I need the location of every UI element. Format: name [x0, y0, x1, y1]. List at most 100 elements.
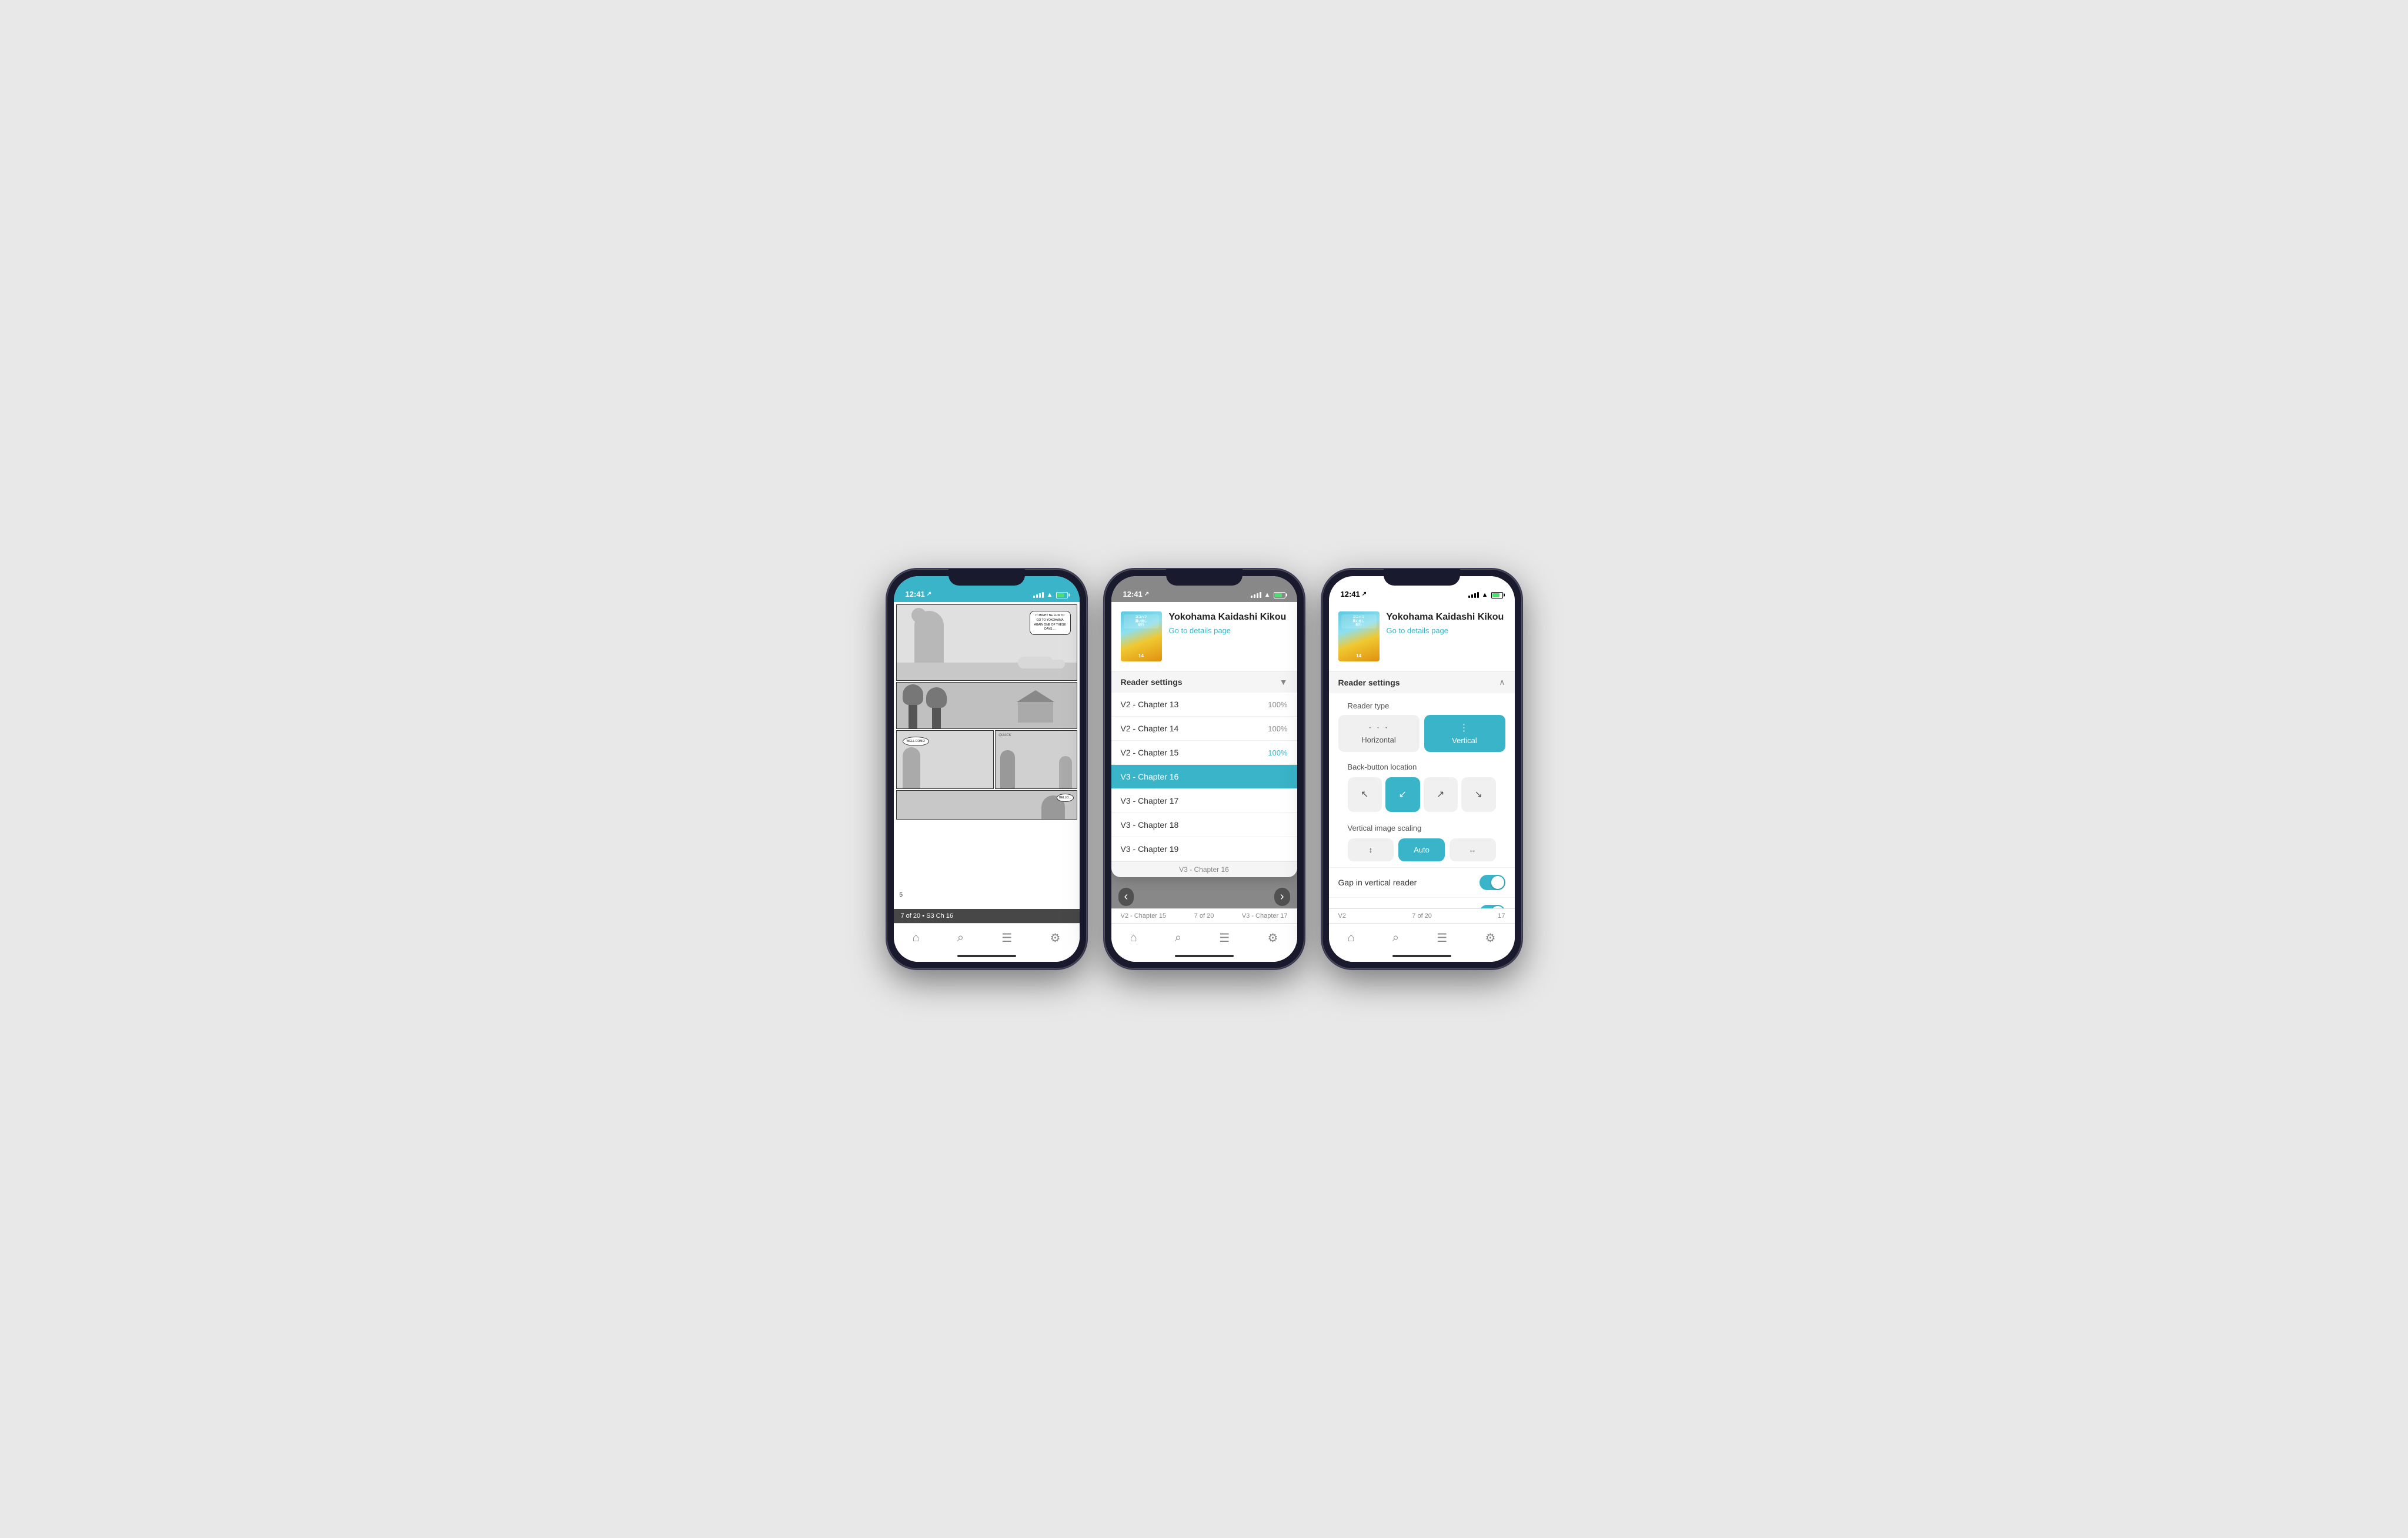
loc-top-right-btn[interactable]: ↗: [1424, 777, 1458, 812]
chevron-down-icon-2: ▼: [1280, 677, 1288, 687]
chapter-item-2[interactable]: V2 - Chapter 15 100%: [1111, 741, 1297, 765]
chapter-label-1: V2 - Chapter 14: [1121, 724, 1179, 733]
list-tab-1[interactable]: ☰: [994, 928, 1019, 948]
vertical-btn[interactable]: ⋮ Vertical: [1424, 715, 1505, 752]
phone-2: 12:41 ↗ ▲: [1104, 569, 1304, 969]
next-arrow-2[interactable]: ›: [1274, 888, 1290, 906]
gap-toggle-row: Gap in vertical reader: [1329, 867, 1515, 897]
current-chapter-bar: V3 - Chapter 16: [1111, 861, 1297, 877]
manga-info-header: ヨコハマ買い出し紀行 14 Yokohama Kaidashi Kikou Go…: [1111, 602, 1297, 671]
arrow-top-right-icon: ↗: [1437, 788, 1444, 800]
chapter-progress-2: 100%: [1268, 748, 1287, 757]
arrow-bottom-right-icon: ↘: [1475, 788, 1482, 800]
signal-bar-8: [1260, 592, 1261, 598]
manga-title-3: Yokohama Kaidashi Kikou: [1387, 611, 1504, 624]
scale-grid: ↕ Auto ↔: [1338, 835, 1505, 865]
list-tab-3[interactable]: ☰: [1430, 928, 1454, 948]
chapter-item-1[interactable]: V2 - Chapter 14 100%: [1111, 717, 1297, 741]
signal-bar-11: [1474, 593, 1476, 598]
manga-panel-5: HELLO...: [896, 790, 1077, 820]
signal-bar-9: [1468, 596, 1470, 598]
loc-bottom-right-btn[interactable]: ↘: [1461, 777, 1496, 812]
chapter-item-6[interactable]: V3 - Chapter 19: [1111, 837, 1297, 861]
settings-card: ヨコハマ買い出し紀行 14 Yokohama Kaidashi Kikou Go…: [1329, 602, 1515, 908]
battery-fill-2: [1275, 593, 1283, 597]
next-chapter-label-3: 17: [1498, 912, 1505, 920]
chapter-label-2: V2 - Chapter 15: [1121, 748, 1179, 757]
reader-settings-header-3[interactable]: Reader settings ∧: [1329, 671, 1515, 693]
settings-tab-3[interactable]: ⚙: [1478, 928, 1502, 948]
chapter-label-4: V3 - Chapter 17: [1121, 796, 1179, 805]
loc-bottom-left-btn[interactable]: ↙: [1385, 777, 1420, 812]
chapter-item-3[interactable]: V3 - Chapter 16: [1111, 765, 1297, 789]
manga-panel-3: WELL-COME!: [896, 730, 994, 789]
manga-panel-1: IT MIGHT BE FUN TO GO TO YOKOHAMA AGAIN …: [897, 605, 1077, 680]
vertical-label: Vertical: [1452, 736, 1477, 745]
search-tab-2[interactable]: ⌕: [1168, 929, 1188, 947]
manga-link-2[interactable]: Go to details page: [1169, 626, 1287, 635]
tap-toggle[interactable]: [1479, 905, 1505, 909]
horizontal-btn[interactable]: · · · Horizontal: [1338, 715, 1420, 752]
next-chapter-label-2: V3 - Chapter 17: [1242, 912, 1288, 920]
scale-width-btn[interactable]: ↔: [1450, 838, 1496, 861]
speech-bubble-2: WELL-COME!: [903, 737, 930, 746]
status-time-2: 12:41 ↗: [1123, 590, 1150, 599]
chapter-list[interactable]: V2 - Chapter 13 100% V2 - Chapter 14 100…: [1111, 693, 1297, 861]
reader-settings-label-3: Reader settings: [1338, 678, 1400, 687]
settings-tab-1[interactable]: ⚙: [1043, 928, 1067, 948]
home-indicator-2: [1111, 950, 1297, 962]
gap-toggle-label: Gap in vertical reader: [1338, 878, 1417, 887]
chapter-label-0: V2 - Chapter 13: [1121, 700, 1179, 709]
prev-chapter-label-2: V2 - Chapter 15: [1121, 912, 1167, 920]
home-tab-1[interactable]: ⌂: [906, 929, 927, 947]
reader-settings-header-2[interactable]: Reader settings ▼: [1111, 671, 1297, 693]
reader-status-bar: 7 of 20 • S3 Ch 16: [894, 909, 1080, 923]
chapter-progress-1: 100%: [1268, 724, 1287, 733]
list-tab-2[interactable]: ☰: [1212, 928, 1237, 948]
hello-bubble: HELLO...: [1057, 794, 1074, 802]
home-tab-2[interactable]: ⌂: [1123, 929, 1144, 947]
vertical-dots-icon: ⋮: [1460, 722, 1470, 734]
manga-panel-4: QUACK: [995, 730, 1077, 789]
tap-toggle-thumb: [1491, 906, 1504, 909]
scale-auto-btn[interactable]: Auto: [1398, 838, 1445, 861]
tap-toggle-label: Tap to toggle status bar: [1338, 908, 1424, 909]
bottom-nav-2: V2 - Chapter 15 7 of 20 V3 - Chapter 17 …: [1111, 908, 1297, 950]
scale-height-btn[interactable]: ↕: [1348, 838, 1394, 861]
phone-3: 12:41 ↗ ▲: [1322, 569, 1522, 969]
home-bar-2: [1175, 955, 1234, 957]
chapter-progress-0: 100%: [1268, 700, 1287, 709]
reader-settings-label-2: Reader settings: [1121, 677, 1183, 687]
status-time-3: 12:41 ↗: [1341, 590, 1367, 599]
reader-type-section: Reader type · · · Horizontal ⋮ Vertical: [1329, 693, 1515, 757]
search-tab-1[interactable]: ⌕: [950, 929, 971, 947]
chapter-item-0[interactable]: V2 - Chapter 13 100%: [1111, 693, 1297, 717]
signal-bar-2: [1036, 594, 1038, 598]
home-tab-3[interactable]: ⌂: [1341, 929, 1362, 947]
tap-toggle-row: Tap to toggle status bar: [1329, 897, 1515, 909]
phones-container: 12:41 ↗ ▲: [887, 569, 1522, 969]
loc-top-left-btn[interactable]: ↖: [1348, 777, 1382, 812]
chapter-label-6: V3 - Chapter 19: [1121, 844, 1179, 854]
menu-panel: ヨコハマ買い出し紀行 14 Yokohama Kaidashi Kikou Go…: [1111, 602, 1297, 877]
gap-toggle[interactable]: [1479, 875, 1505, 890]
chapter-item-5[interactable]: V3 - Chapter 18: [1111, 813, 1297, 837]
signal-bars-3: [1468, 592, 1479, 598]
phone-1: 12:41 ↗ ▲: [887, 569, 1087, 969]
manga-content-1[interactable]: IT MIGHT BE FUN TO GO TO YOKOHAMA AGAIN …: [894, 602, 1080, 923]
signal-bar-1: [1033, 596, 1035, 598]
location-grid: ↖ ↙ ↗ ↘: [1338, 774, 1505, 815]
signal-bar-7: [1257, 593, 1258, 598]
search-tab-3[interactable]: ⌕: [1385, 929, 1406, 947]
phone2-content: ヨコハマ買い出し紀行 14 Yokohama Kaidashi Kikou Go…: [1111, 602, 1297, 908]
home-indicator-1: [894, 950, 1080, 962]
page-number-1: 5: [900, 892, 903, 898]
home-bar-3: [1392, 955, 1451, 957]
chapter-item-4[interactable]: V3 - Chapter 17: [1111, 789, 1297, 813]
manga-link-3[interactable]: Go to details page: [1387, 626, 1504, 635]
prev-arrow-2[interactable]: ‹: [1118, 888, 1134, 906]
chapter-label-5: V3 - Chapter 18: [1121, 820, 1179, 830]
status-icons-1: ▲: [1033, 591, 1068, 599]
settings-tab-2[interactable]: ⚙: [1260, 928, 1285, 948]
bottom-nav-3: V2 7 of 20 17 ⌂ ⌕ ☰ ⚙: [1329, 908, 1515, 950]
